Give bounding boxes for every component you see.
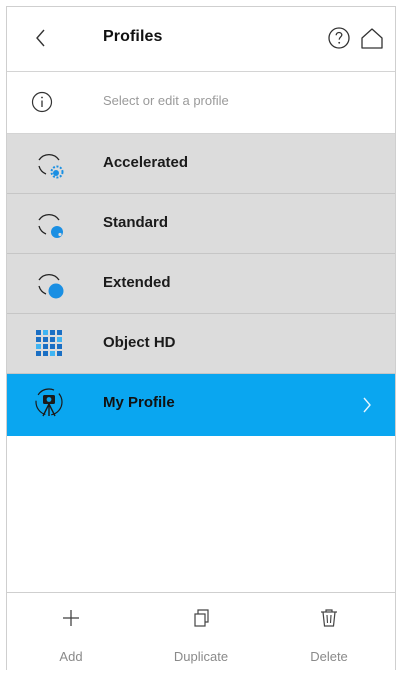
profile-label: Accelerated xyxy=(103,154,189,171)
add-label: Add xyxy=(59,649,83,664)
delete-button[interactable]: Delete xyxy=(279,593,379,670)
profile-item-my-profile[interactable]: My Profile xyxy=(7,374,395,436)
profile-label: Extended xyxy=(103,274,171,291)
extended-profile-icon xyxy=(38,274,64,299)
profile-label: Standard xyxy=(103,214,169,231)
plus-icon xyxy=(63,610,79,626)
profiles-window: Profiles Select or edit a profile Accele… xyxy=(6,6,396,670)
delete-label: Delete xyxy=(310,649,348,664)
chevron-right-icon xyxy=(363,397,371,413)
profile-item-accelerated[interactable]: Accelerated xyxy=(7,134,395,194)
home-button[interactable] xyxy=(359,26,385,50)
accelerated-profile-icon xyxy=(38,154,64,179)
help-button[interactable] xyxy=(327,26,351,50)
profile-item-object-hd[interactable]: Object HD xyxy=(7,314,395,374)
trash-icon xyxy=(321,609,337,627)
chevron-left-icon xyxy=(36,29,45,47)
help-circle-icon xyxy=(328,27,350,49)
duplicate-icon xyxy=(194,609,209,627)
home-icon xyxy=(361,28,383,49)
camera-tripod-icon xyxy=(35,388,63,417)
header-bar: Profiles xyxy=(7,6,395,72)
info-icon xyxy=(31,91,53,113)
profile-label: My Profile xyxy=(103,394,175,411)
profile-label: Object HD xyxy=(103,334,176,351)
object-hd-grid-icon xyxy=(36,330,62,356)
profile-item-extended[interactable]: Extended xyxy=(7,254,395,314)
page-title: Profiles xyxy=(103,28,163,45)
duplicate-label: Duplicate xyxy=(173,649,229,664)
info-row: Select or edit a profile xyxy=(7,72,395,134)
standard-profile-icon xyxy=(38,214,63,238)
bottom-toolbar: Add Duplicate Delete xyxy=(7,592,395,670)
duplicate-button[interactable]: Duplicate xyxy=(151,593,251,670)
profile-item-standard[interactable]: Standard xyxy=(7,194,395,254)
back-button[interactable] xyxy=(29,24,53,52)
profile-list: Accelerated Standard Extended Object HD … xyxy=(7,134,395,436)
add-button[interactable]: Add xyxy=(21,593,121,670)
info-text: Select or edit a profile xyxy=(103,93,229,108)
